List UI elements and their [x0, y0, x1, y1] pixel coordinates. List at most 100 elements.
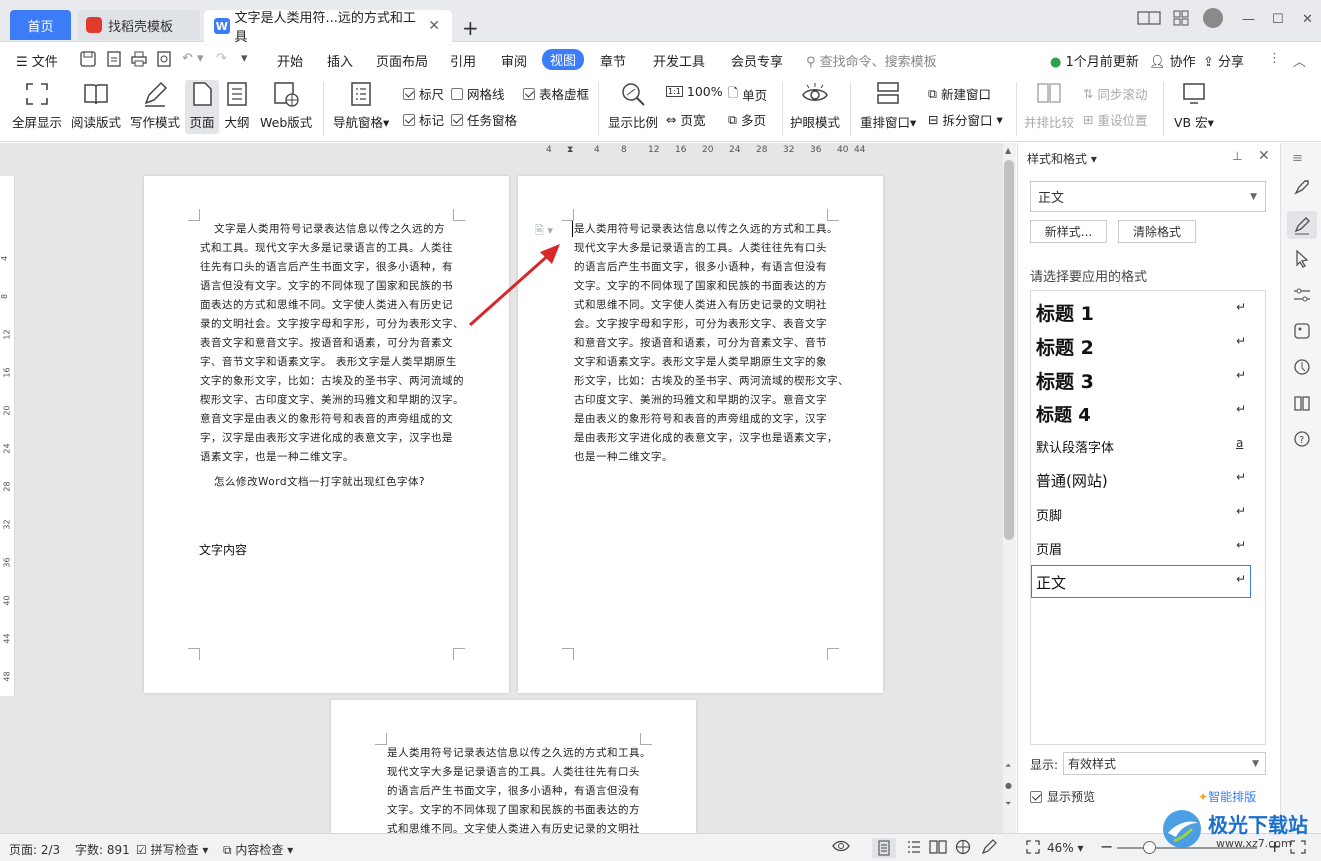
reset-position-button[interactable]: ⊞ 重设位置 [1083, 110, 1148, 129]
multi-page-button[interactable]: ⧉ 多页 [728, 110, 766, 129]
menu-member[interactable]: 会员专享 [731, 51, 783, 70]
print-icon[interactable] [131, 51, 147, 67]
content-check-button[interactable]: ⧉ 内容检查 ▾ [223, 841, 293, 858]
vb-macro-button[interactable]: VB 宏▾ [1174, 80, 1214, 131]
eye-mode-icon[interactable] [832, 839, 850, 853]
smart-layout-link[interactable]: ✦智能排版 [1198, 788, 1256, 805]
tab-home[interactable]: 首页 [10, 10, 71, 40]
file-menu[interactable]: ☰ 文件 [16, 51, 58, 70]
menu-icon[interactable]: ≡ [1292, 151, 1312, 171]
menu-review[interactable]: 审阅 [501, 51, 527, 70]
web-layout-button[interactable]: Web版式 [260, 80, 312, 131]
outline-view-icon[interactable] [906, 839, 922, 855]
show-preview-checkbox[interactable]: 显示预览 [1030, 788, 1095, 805]
gridline-checkbox[interactable]: 网格线 [451, 84, 505, 103]
redo-icon[interactable]: ↷ [216, 51, 227, 66]
zoom-slider[interactable] [1117, 847, 1257, 849]
style-heading-3[interactable]: 标题 3 [1036, 367, 1094, 394]
style-heading-1[interactable]: 标题 1 [1036, 299, 1094, 326]
page-3-body[interactable]: 是人类用符号记录表达信息以传之久远的方式和工具。 现代文字大多是记录语言的工具。人… [387, 744, 657, 833]
page-indicator[interactable]: 页面: 2/3 [9, 841, 60, 858]
panel-title[interactable]: 样式和格式 ▾ [1027, 150, 1097, 167]
close-panel-icon[interactable]: ✕ [1258, 148, 1270, 164]
content-paragraph[interactable]: 文字内容 [199, 541, 247, 558]
adjust-sliders-icon[interactable] [1292, 285, 1312, 305]
new-window-button[interactable]: ⧉ 新建窗口 [928, 84, 991, 103]
rocket-icon[interactable] [1292, 177, 1312, 197]
vertical-ruler[interactable]: 4 8 12 16 20 24 28 32 36 40 44 48 [0, 176, 15, 696]
style-header[interactable]: 页眉 [1036, 539, 1062, 558]
show-filter-select[interactable]: 有效样式 ▼ [1063, 752, 1266, 775]
style-default-font[interactable]: 默认段落字体 [1036, 437, 1114, 456]
tab-template[interactable]: 找稻壳模板 [78, 10, 200, 40]
current-style-select[interactable]: 正文 ▼ [1030, 181, 1266, 212]
more-icon[interactable]: ⋮ [1268, 51, 1281, 66]
browse-object-icon[interactable]: ● [1005, 781, 1012, 790]
next-page-icon[interactable]: ⏷ [1005, 799, 1011, 809]
single-page-button[interactable]: 🗋︎ 单页 [728, 84, 767, 105]
new-style-button[interactable]: 新样式... [1030, 220, 1107, 243]
zoom-button[interactable]: 显示比例 [608, 80, 658, 131]
tab-document[interactable]: W 文字是人类用符...远的方式和工具 ✕ [204, 10, 452, 45]
undo-icon[interactable]: ↶ ▾ [182, 51, 204, 66]
page-view-button[interactable]: 页面 [185, 80, 219, 134]
help-icon[interactable]: ? [1292, 429, 1312, 449]
style-heading-4[interactable]: 标题 4 [1036, 401, 1091, 427]
menu-developer[interactable]: 开发工具 [653, 51, 705, 70]
menu-reference[interactable]: 引用 [450, 51, 476, 70]
prev-page-icon[interactable]: ⏶ [1005, 761, 1011, 771]
fullscreen-button[interactable]: 全屏显示 [12, 80, 62, 131]
write-mode-button[interactable]: 写作模式 [130, 80, 180, 131]
eye-care-button[interactable]: 护眼模式 [790, 80, 840, 131]
scrollbar-thumb[interactable] [1004, 160, 1014, 540]
horizontal-ruler[interactable]: 4 4 8 12 16 20 24 28 32 36 40 44 ⧗ [538, 143, 868, 158]
menu-page-layout[interactable]: 页面布局 [376, 51, 428, 70]
style-heading-2[interactable]: 标题 2 [1036, 333, 1094, 360]
sync-scroll-button[interactable]: ⇅ 同步滚动 [1083, 84, 1148, 103]
mark-checkbox[interactable]: 标记 [403, 110, 444, 129]
scroll-up-icon[interactable]: ▲ [1005, 146, 1011, 155]
read-mode-button[interactable]: 阅读版式 [71, 80, 121, 131]
update-status[interactable]: ● 1个月前更新 [1050, 51, 1139, 70]
export-pdf-icon[interactable] [106, 51, 122, 67]
style-web-normal[interactable]: 普通(网站) [1036, 470, 1108, 491]
word-count[interactable]: 字数: 891 [75, 841, 130, 858]
zoom-slider-handle[interactable] [1143, 841, 1156, 854]
zoom-in-icon[interactable]: + [1268, 837, 1281, 856]
spell-check-button[interactable]: ☑ 拼写检查 ▾ [136, 841, 208, 858]
style-footer[interactable]: 页脚 [1036, 505, 1062, 524]
share-link-icon[interactable] [1292, 357, 1312, 377]
share-button[interactable]: ⇪ 分享 [1203, 51, 1244, 70]
menu-start[interactable]: 开始 [277, 51, 303, 70]
command-search[interactable]: ⚲ 查找命令、搜索模板 [806, 51, 937, 70]
menu-chapter[interactable]: 章节 [600, 51, 626, 70]
outline-button[interactable]: 大纲 [223, 80, 251, 131]
document-page-1[interactable]: 文字是人类用符号记录表达信息以传之久远的方 式和工具。现代文字大多是记录语言的工具… [144, 176, 509, 693]
print-preview-icon[interactable] [156, 51, 172, 67]
customize-toolbar-icon[interactable]: ▾ [241, 51, 248, 66]
maximize-icon[interactable]: ☐ [1272, 12, 1284, 27]
document-page-3[interactable]: 是人类用符号记录表达信息以传之久远的方式和工具。 现代文字大多是记录语言的工具。人… [331, 700, 696, 833]
taskpane-checkbox[interactable]: 任务窗格 [451, 110, 517, 129]
avatar[interactable] [1203, 8, 1223, 28]
new-tab-button[interactable]: + [462, 12, 479, 44]
document-page-2[interactable]: 🗎︎ ▾ 是人类用符号记录表达信息以传之久远的方式和工具。 现代文字大多是记录语言… [518, 176, 883, 693]
apps-grid-icon[interactable] [1173, 10, 1189, 26]
select-cursor-icon[interactable] [1292, 249, 1312, 269]
close-tab-icon[interactable]: ✕ [428, 18, 440, 34]
nav-pane-button[interactable]: 导航窗格▾ [333, 80, 389, 131]
web-view-icon[interactable] [955, 839, 971, 855]
indent-marker-icon[interactable]: ⧗ [567, 145, 573, 155]
page-width-button[interactable]: ⇔ 页宽 [666, 110, 706, 129]
page-view-status-icon[interactable] [872, 838, 896, 858]
collapse-ribbon-icon[interactable]: ︿ [1293, 51, 1306, 70]
menu-insert[interactable]: 插入 [327, 51, 353, 70]
read-view-icon[interactable] [929, 839, 947, 855]
pin-icon[interactable]: ⊥ [1232, 149, 1242, 163]
style-format-icon[interactable] [1287, 211, 1317, 239]
write-view-icon[interactable] [981, 839, 997, 855]
page-2-body[interactable]: 是人类用符号记录表达信息以传之久远的方式和工具。 现代文字大多是记录语言的工具。人… [574, 220, 849, 467]
ruler-checkbox[interactable]: 标尺 [403, 84, 444, 103]
save-icon[interactable] [80, 51, 96, 67]
split-window-button[interactable]: ⊟ 拆分窗口 ▾ [928, 110, 1003, 129]
